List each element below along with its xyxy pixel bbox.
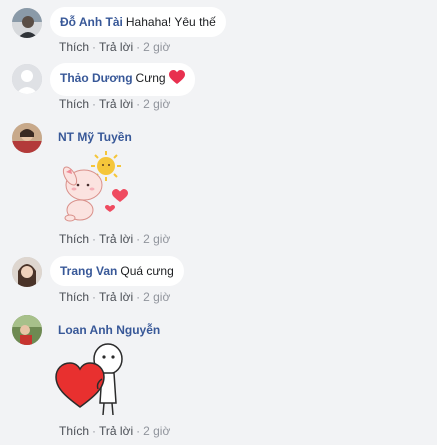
avatar[interactable]: [12, 315, 42, 345]
user-photo-icon: [12, 8, 42, 38]
timestamp[interactable]: 2 giờ: [143, 97, 170, 111]
separator-dot: ·: [136, 290, 141, 304]
character-holding-big-heart-sticker: [54, 341, 134, 422]
comment-text: Cưng: [135, 71, 166, 85]
separator-dot: ·: [92, 232, 97, 246]
comment-actions: Thích · Trả lời · 2 giờ: [59, 290, 170, 304]
separator-dot: ·: [92, 424, 97, 438]
timestamp[interactable]: 2 giờ: [143, 40, 170, 54]
user-photo-icon: [12, 123, 42, 153]
reply-link[interactable]: Trả lời: [99, 424, 133, 438]
reply-link[interactable]: Trả lời: [99, 97, 133, 111]
reply-link[interactable]: Trả lời: [99, 40, 133, 54]
reply-link[interactable]: Trả lời: [99, 232, 133, 246]
avatar[interactable]: [12, 8, 42, 38]
comment-bubble: Thảo Dương Cưng: [50, 63, 195, 96]
timestamp[interactable]: 2 giờ: [143, 232, 170, 246]
like-link[interactable]: Thích: [59, 97, 89, 111]
avatar[interactable]: [12, 257, 42, 287]
like-link[interactable]: Thích: [59, 424, 89, 438]
commenter-name[interactable]: Thảo Dương: [60, 71, 133, 85]
comment-actions: Thích · Trả lời · 2 giờ: [59, 232, 170, 246]
separator-dot: ·: [92, 40, 97, 54]
timestamp[interactable]: 2 giờ: [143, 290, 170, 304]
comment-actions: Thích · Trả lời · 2 giờ: [59, 97, 170, 111]
avatar[interactable]: [12, 64, 42, 94]
separator-dot: ·: [92, 290, 97, 304]
comment-text: Quá cưng: [120, 264, 174, 278]
separator-dot: ·: [92, 97, 97, 111]
comment-actions: Thích · Trả lời · 2 giờ: [59, 40, 170, 54]
avatar[interactable]: [12, 123, 42, 153]
like-link[interactable]: Thích: [59, 290, 89, 304]
default-avatar-icon: [12, 64, 42, 94]
comment-text: Hahaha! Yêu thế: [125, 15, 216, 29]
red-heart-emoji-icon: [168, 70, 185, 90]
separator-dot: ·: [136, 232, 141, 246]
like-link[interactable]: Thích: [59, 232, 89, 246]
commenter-name[interactable]: Đỗ Anh Tài: [60, 15, 123, 29]
comment-bubble: Trang Van Quá cưng: [50, 256, 184, 286]
separator-dot: ·: [136, 40, 141, 54]
user-photo-icon: [12, 257, 42, 287]
comment-bubble: Đỗ Anh Tài Hahaha! Yêu thế: [50, 7, 226, 37]
commenter-name[interactable]: NT Mỹ Tuyền: [58, 130, 132, 144]
comment-actions: Thích · Trả lời · 2 giờ: [59, 424, 170, 438]
like-link[interactable]: Thích: [59, 40, 89, 54]
reply-link[interactable]: Trả lời: [99, 290, 133, 304]
separator-dot: ·: [136, 97, 141, 111]
timestamp[interactable]: 2 giờ: [143, 424, 170, 438]
user-photo-icon: [12, 315, 42, 345]
separator-dot: ·: [136, 424, 141, 438]
cute-pink-bunny-sun-hearts-sticker: [54, 150, 134, 225]
commenter-name[interactable]: Trang Van: [60, 264, 117, 278]
commenter-name[interactable]: Loan Anh Nguyễn: [58, 323, 160, 337]
